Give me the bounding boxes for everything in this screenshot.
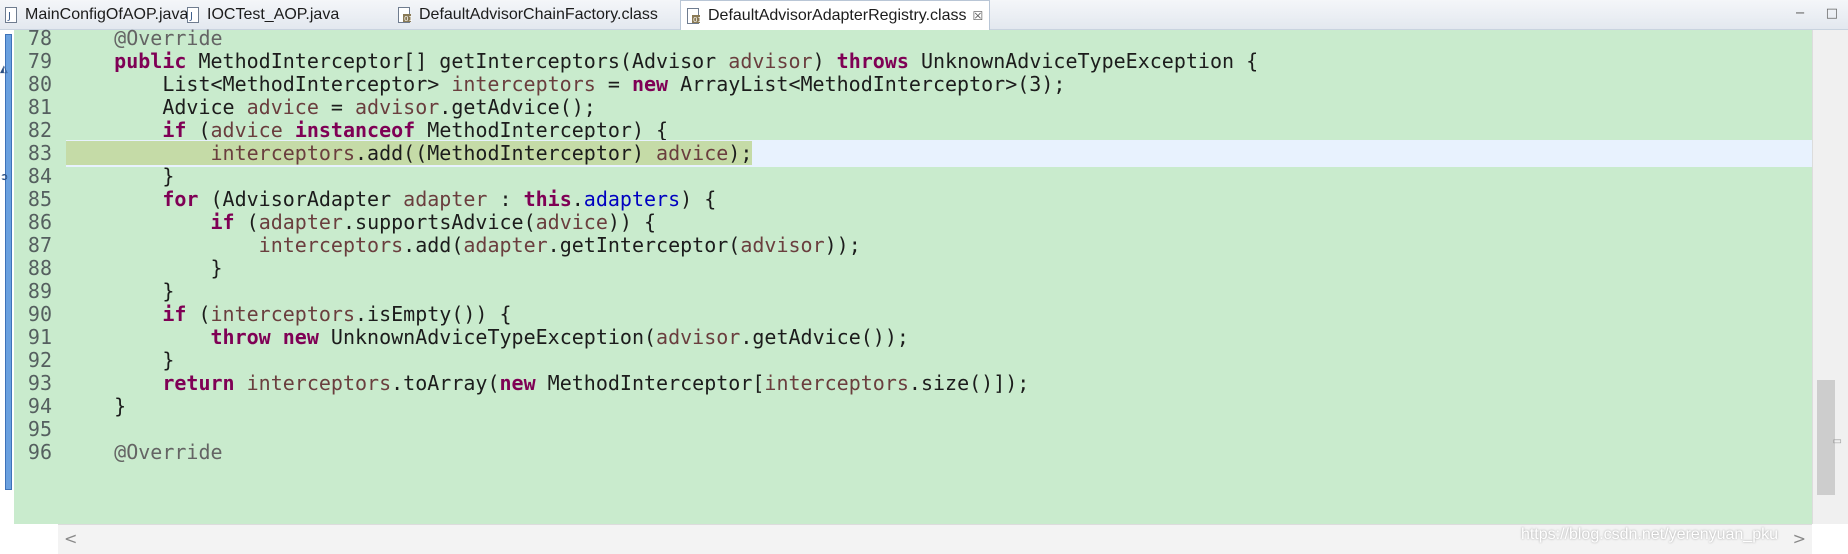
debug-current-line-icon: ➲ [0,172,9,183]
overview-ruler-marker-icon: ▭ [1832,436,1842,447]
window-controls: − □ [1779,6,1838,21]
tab-label: IOCTest_AOP.java [207,6,340,23]
minimize-icon[interactable]: − [1795,6,1806,21]
java-file-icon: J [186,7,200,23]
line-number: 96 [27,440,52,464]
scroll-right-icon[interactable]: > [1793,529,1806,548]
class-file-icon: 01 [398,7,412,23]
quick-diff-ruler [5,34,12,490]
maximize-icon[interactable]: □ [1826,6,1838,21]
watermark: https://blog.csdn.net/yerenyuan_pku [1520,526,1778,543]
svg-text:J: J [189,11,193,22]
tab-label: DefaultAdvisorAdapterRegistry.class [708,7,967,24]
class-file-icon: 01 [687,8,701,24]
tab-label: DefaultAdvisorChainFactory.class [419,6,658,23]
scroll-left-icon[interactable]: < [64,529,77,548]
override-marker-icon[interactable]: ◭ [0,64,8,75]
tab-label: MainConfigOfAOP.java [25,6,189,23]
java-file-icon: J [4,7,18,23]
svg-text:01: 01 [404,15,412,23]
vertical-scrollbar[interactable]: ▭ [1812,30,1848,524]
code-line[interactable]: @Override [66,439,1812,466]
svg-text:01: 01 [693,16,701,24]
close-tab-icon[interactable]: ☒ [972,9,983,23]
svg-text:J: J [7,11,11,22]
